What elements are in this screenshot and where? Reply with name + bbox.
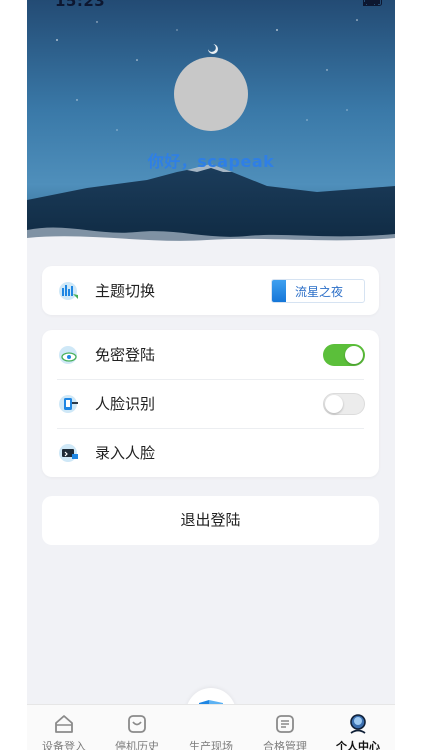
face-id-icon [58,393,80,415]
bag-icon [126,713,148,735]
home-icon [53,713,75,735]
toggle-knob [345,345,363,364]
person-icon [347,713,369,735]
tab-label: 个人中心 [336,740,380,750]
theme-color-swatch [272,280,286,302]
app-screen: 15:23 你好，scapeak 主题切换 流星之夜 免密登陆 人脸识别 录入人… [27,0,395,750]
tab-label: 设备登入 [42,740,86,750]
enroll-face-label: 录入人脸 [95,444,156,462]
document-icon [274,713,296,735]
theme-card: 主题切换 流星之夜 [42,266,379,315]
tab-device-login[interactable]: 设备登入 [27,705,101,750]
toggle-knob [325,394,343,413]
logout-button[interactable]: 退出登陆 [42,496,379,545]
eye-icon [58,344,80,366]
passwordless-login-label: 免密登陆 [95,346,156,364]
passwordless-login-row: 免密登陆 [42,330,379,379]
tab-label: 停机历史 [115,740,159,750]
current-theme-name: 流星之夜 [295,284,344,299]
tab-bar: 设备登入 停机历史 生产现场 合格管理 个人中心 [27,704,395,750]
theme-selector[interactable]: 流星之夜 [271,279,365,303]
theme-switch-row[interactable]: 主题切换 流星之夜 [42,266,379,315]
tab-downtime-history[interactable]: 停机历史 [100,705,174,750]
face-recognition-toggle[interactable] [323,392,365,415]
face-enroll-icon [58,442,80,464]
tab-label: 生产现场 [189,740,233,750]
face-recognition-row: 人脸识别 [42,379,379,428]
profile-header: 15:23 你好，scapeak [27,0,395,246]
tab-quality-management[interactable]: 合格管理 [248,705,322,750]
face-recognition-label: 人脸识别 [95,395,156,413]
enroll-face-row[interactable]: 录入人脸 [42,428,379,477]
security-card: 免密登陆 人脸识别 录入人脸 [42,330,379,477]
tab-production-site[interactable]: 生产现场 [174,705,248,750]
tab-personal-center[interactable]: 个人中心 [321,705,395,750]
avatar[interactable] [174,57,248,131]
tab-label: 合格管理 [263,740,307,750]
greeting-text: 你好，scapeak [147,152,275,171]
passwordless-login-toggle[interactable] [323,343,365,366]
theme-switch-label: 主题切换 [95,282,156,300]
status-time: 15:23 [55,0,106,10]
status-bar: 15:23 [27,0,395,10]
theme-icon [58,280,80,302]
